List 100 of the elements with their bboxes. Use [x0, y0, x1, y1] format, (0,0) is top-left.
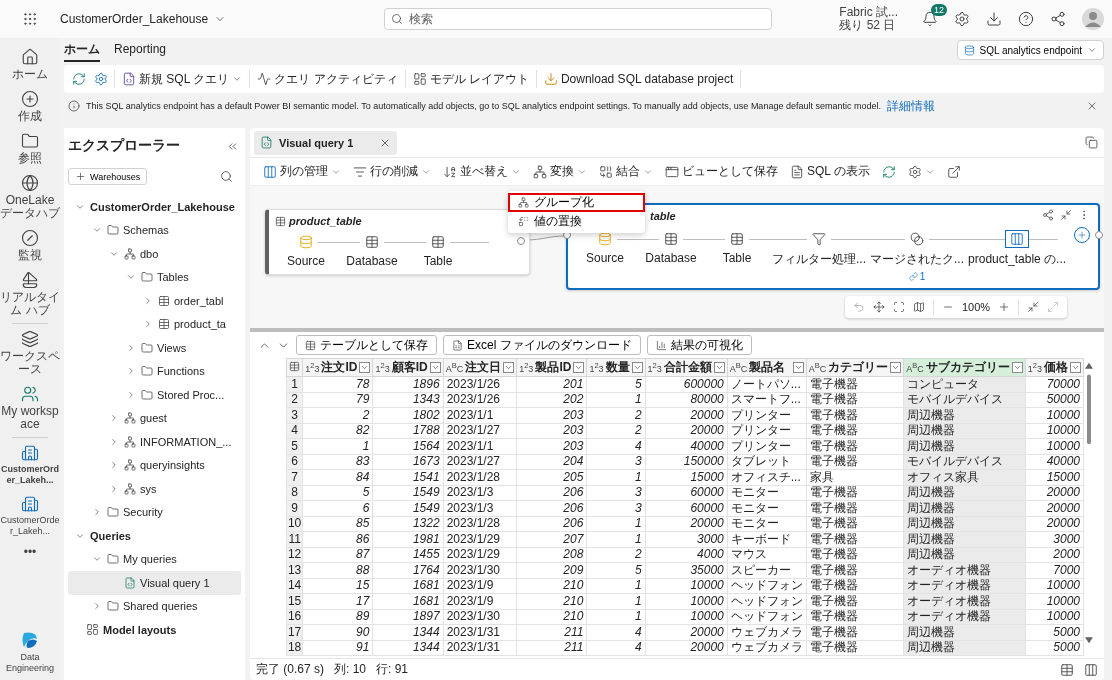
tree-item[interactable]: CustomerOrder_Lakehouse	[68, 195, 241, 219]
query-step[interactable]: フィルター処理...	[770, 230, 868, 268]
results-button[interactable]: テーブルとして保存	[296, 335, 437, 355]
toolbar-button[interactable]: 結合	[596, 161, 656, 182]
toolbar-button[interactable]: 列の管理	[260, 161, 344, 182]
search-icon[interactable]	[220, 170, 233, 183]
bell-icon[interactable]	[922, 11, 938, 27]
tree-item[interactable]: My queries	[68, 547, 241, 571]
filter-dropdown[interactable]	[1011, 362, 1023, 373]
filter-dropdown[interactable]	[792, 362, 804, 373]
menu-item[interactable]: グループ化	[508, 193, 645, 212]
search-field[interactable]: 検索	[384, 8, 772, 30]
tree-item[interactable]: Schemas	[68, 218, 241, 242]
collapse-icon[interactable]	[1060, 209, 1073, 221]
filter-dropdown[interactable]	[429, 362, 441, 373]
collapse-icon[interactable]	[1027, 301, 1040, 313]
column-view-icon[interactable]	[1084, 662, 1098, 677]
menu-item[interactable]: 値の置換	[508, 212, 645, 231]
nav-item[interactable]: My workspace	[0, 385, 60, 431]
query-card[interactable]: product_table Source Database Table	[265, 209, 530, 275]
zoom-in-icon[interactable]	[998, 301, 1011, 313]
query-step[interactable]: Database	[339, 233, 405, 268]
tree-item[interactable]: Queries	[68, 524, 241, 548]
map-icon[interactable]	[913, 301, 925, 313]
toolbar-button[interactable]: モデル レイアウト	[409, 68, 532, 90]
app-launcher-icon[interactable]	[22, 11, 38, 27]
nav-item[interactable]: CustomerOrder_Lakeh...	[0, 444, 60, 486]
avatar-icon[interactable]	[1082, 8, 1104, 30]
toolbar-button[interactable]: クエリ アクティビティ	[254, 68, 401, 90]
column-header[interactable]: 1$^{2}$3 数量	[586, 358, 646, 377]
query-step[interactable]: Table	[405, 233, 471, 268]
tree-item[interactable]: Functions	[68, 359, 241, 383]
toolbar-button[interactable]: 行の削減	[350, 161, 434, 182]
endpoint-dropdown[interactable]: SQL analytics endpoint	[956, 40, 1104, 60]
tree-item[interactable]: product_ta	[68, 312, 241, 336]
results-button[interactable]: Excel ファイルのダウンロード	[443, 335, 641, 355]
settings-icon[interactable]	[954, 11, 970, 27]
filter-dropdown[interactable]	[713, 362, 725, 373]
toolbar-button[interactable]: 変換	[530, 161, 590, 182]
toolbar-button[interactable]: 新規 SQL クエリ	[119, 68, 246, 90]
column-header[interactable]: 1$^{2}$3 注文ID	[302, 358, 373, 377]
filter-dropdown[interactable]	[359, 362, 371, 373]
refresh-button[interactable]	[70, 70, 88, 88]
ribbon-tab[interactable]: Reporting	[114, 38, 167, 62]
move-icon[interactable]	[873, 301, 885, 313]
column-header[interactable]: 1$^{2}$3 顧客ID	[372, 358, 444, 377]
toolbar-button[interactable]: SQL の表示	[787, 161, 873, 182]
tree-item[interactable]: queryinsights	[68, 453, 241, 477]
share-icon[interactable]	[1050, 11, 1066, 27]
results-button[interactable]: 結果の可視化	[646, 335, 752, 355]
tree-item[interactable]: dbo	[68, 242, 241, 266]
nav-item[interactable]: CustomerOrder_Lakeh...	[0, 495, 60, 537]
query-step[interactable]: product_table の...	[966, 230, 1069, 268]
nav-item[interactable]: ホーム	[0, 48, 60, 81]
add-warehouse-button[interactable]: Warehouses	[68, 168, 148, 185]
ribbon-tab[interactable]: ホーム	[64, 38, 100, 62]
column-header[interactable]: 1$^{2}$3 製品ID	[516, 358, 587, 377]
column-header[interactable]: A$^{B}$C 注文日	[443, 358, 517, 377]
nav-item[interactable]: •••	[0, 546, 60, 559]
tree-item[interactable]: order_tabl	[68, 289, 241, 313]
nav-item[interactable]: 作成	[0, 90, 60, 123]
workspace-switcher[interactable]: CustomerOrder_Lakehouse	[60, 12, 227, 26]
filter-dropdown[interactable]	[631, 362, 643, 373]
filter-dropdown[interactable]	[890, 362, 902, 373]
nav-item[interactable]: 監視	[0, 229, 60, 262]
query-tab[interactable]: Visual query 1	[254, 130, 398, 155]
nav-item[interactable]: OneLake データハブ	[0, 174, 60, 220]
tree-item[interactable]: Stored Proc...	[68, 383, 241, 407]
nav-item[interactable]: リアルタイム ハブ	[0, 271, 60, 317]
output-port[interactable]	[517, 237, 525, 245]
table-view-icon[interactable]	[1060, 662, 1074, 677]
filter-dropdown[interactable]	[503, 362, 515, 373]
nav-item[interactable]: 参照	[0, 132, 60, 165]
query-step[interactable]: マージされたク... 1	[868, 230, 967, 282]
column-header[interactable]: A$^{B}$C カテゴリー	[806, 358, 904, 377]
tree-item[interactable]: Security	[68, 500, 241, 524]
app-logo-icon[interactable]	[20, 630, 40, 650]
toolbar-button[interactable]: ビューとして保存	[662, 161, 781, 182]
query-step[interactable]: Database	[638, 230, 704, 265]
tree-item[interactable]: Tables	[68, 265, 241, 289]
undo-icon[interactable]	[853, 301, 865, 313]
tree-item[interactable]: Views	[68, 336, 241, 360]
output-port[interactable]	[1095, 231, 1104, 239]
share-icon[interactable]	[1042, 209, 1055, 221]
nav-item[interactable]: ワークスペース	[0, 330, 60, 376]
column-header[interactable]: 1$^{2}$3 価格	[1025, 358, 1084, 377]
help-icon[interactable]	[1018, 11, 1034, 27]
filter-dropdown[interactable]	[1070, 362, 1082, 373]
download-icon[interactable]	[986, 11, 1002, 27]
tree-item[interactable]: guest	[68, 406, 241, 430]
tree-item[interactable]: sys	[68, 477, 241, 501]
query-step[interactable]: Source	[273, 233, 339, 268]
toolbar-button[interactable]: 並べ替え	[440, 161, 524, 182]
column-header[interactable]: A$^{B}$C 製品名	[727, 358, 807, 377]
copy-icon[interactable]	[1085, 136, 1098, 149]
query-step[interactable]: Table	[704, 230, 770, 265]
column-header[interactable]: A$^{B}$C サブカテゴリー	[903, 358, 1026, 377]
tree-item[interactable]: Visual query 1	[68, 571, 241, 595]
link-count[interactable]: 1	[908, 271, 926, 282]
settings-button[interactable]	[92, 70, 110, 88]
